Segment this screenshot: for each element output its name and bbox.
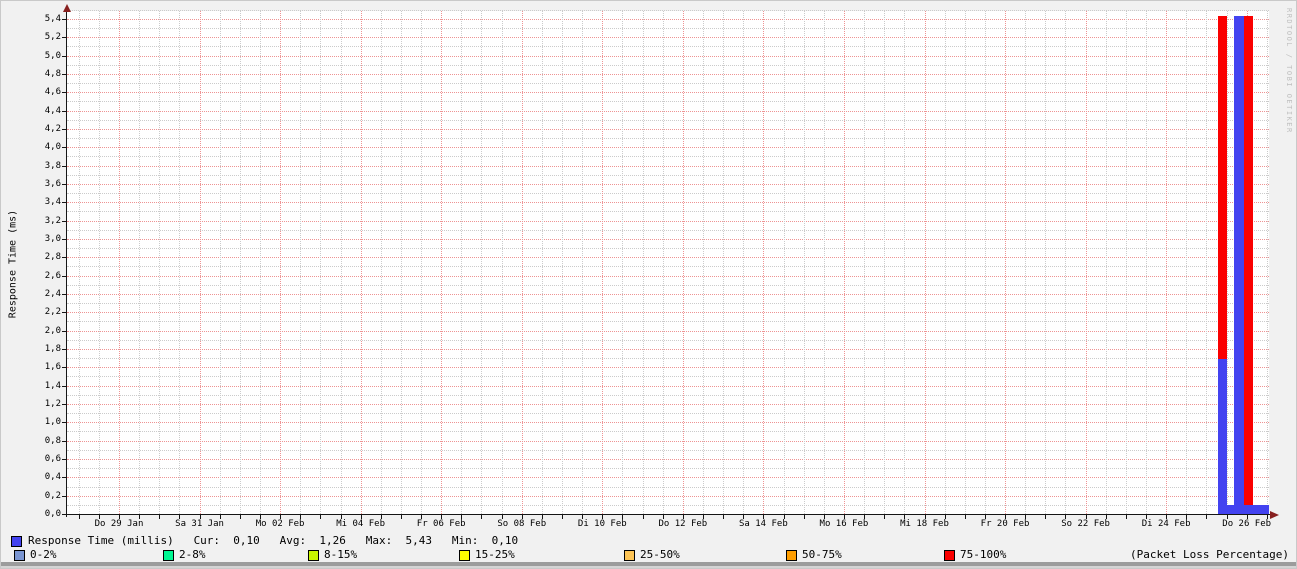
loss-scale-note: (Packet Loss Percentage) xyxy=(1130,548,1289,561)
loss-label: 25-50% xyxy=(640,548,680,561)
loss-swatch-0-2% xyxy=(14,550,25,561)
loss-swatch-25-50% xyxy=(624,550,635,561)
loss-swatch-2-8% xyxy=(163,550,174,561)
loss-label: 2-8% xyxy=(179,548,206,561)
loss-label: 15-25% xyxy=(475,548,515,561)
legend-loss-scale: 0-2% 2-8% 8-15% 15-25% 25-50% 50-75% 75-100% xyxy=(1,1,1296,568)
loss-label: 0-2% xyxy=(30,548,57,561)
loss-swatch-75-100% xyxy=(944,550,955,561)
loss-swatch-8-15% xyxy=(308,550,319,561)
loss-swatch-50-75% xyxy=(786,550,797,561)
bottom-edge xyxy=(1,566,1296,568)
loss-label: 8-15% xyxy=(324,548,358,561)
loss-label: 75-100% xyxy=(960,548,1007,561)
loss-label: 50-75% xyxy=(802,548,842,561)
loss-swatch-15-25% xyxy=(459,550,470,561)
rrd-graph: Response Time (ms) RRDTOOL / TOBI OETIKE… xyxy=(0,0,1297,569)
